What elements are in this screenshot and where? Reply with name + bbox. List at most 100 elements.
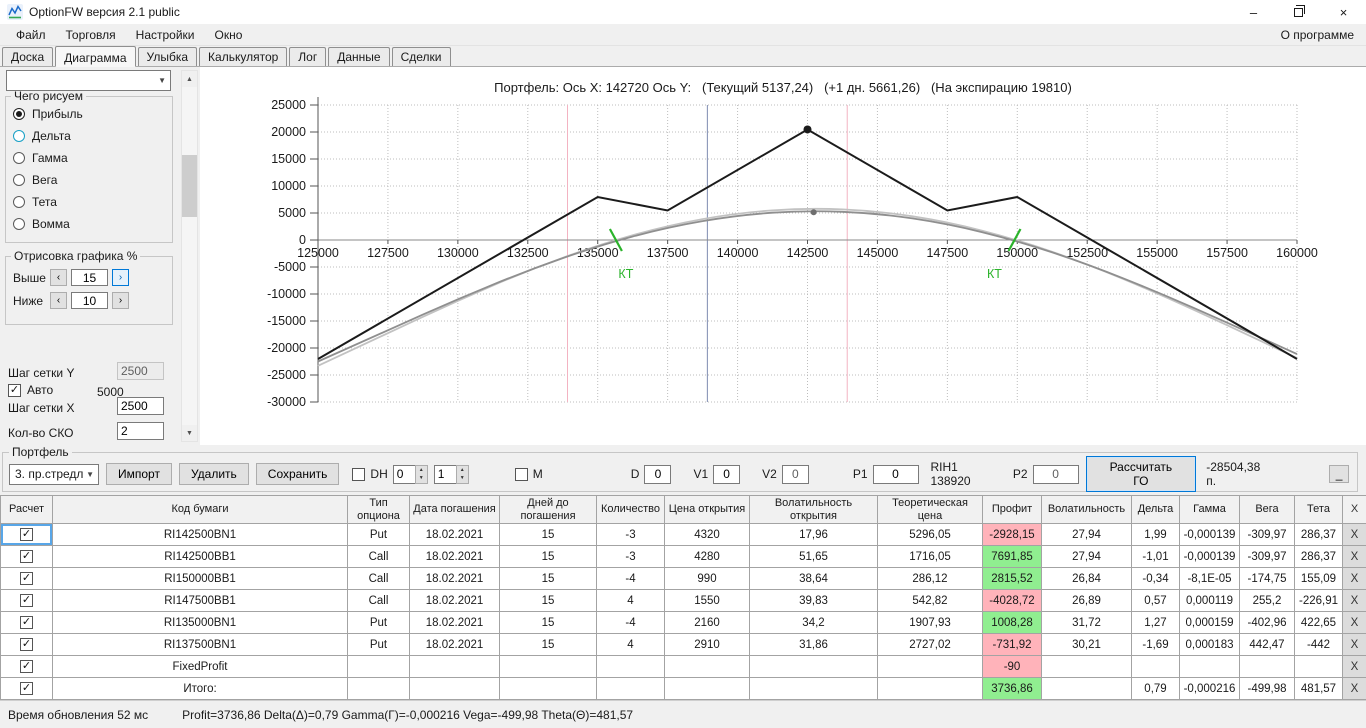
dh-spinner-2[interactable]: ▲ ▼	[433, 464, 469, 484]
row-checkbox[interactable]: ✓	[20, 528, 33, 542]
cell-type: Put	[347, 523, 410, 547]
statusbar: Время обновления 52 мс Profit=3736,86 De…	[0, 700, 1366, 728]
column-header-delete[interactable]: X	[1342, 494, 1366, 525]
close-button[interactable]: ×	[1321, 0, 1366, 24]
remove-row-button[interactable]: X	[1342, 633, 1366, 657]
remove-row-button[interactable]: X	[1342, 545, 1366, 569]
cell-delta: 1,27	[1131, 611, 1180, 635]
remove-row-button[interactable]: X	[1342, 655, 1366, 679]
panel-scrollbar[interactable]: ▲ ▼	[181, 70, 198, 442]
d-label: D	[630, 467, 640, 481]
grid-x-input[interactable]	[117, 397, 164, 415]
positions-table: Расчет Код бумаги Тип опциона Дата погашени…	[0, 494, 1366, 701]
below-increase-button[interactable]: ›	[112, 292, 129, 309]
spinner-arrows[interactable]: ▲ ▼	[455, 464, 469, 484]
tab-board[interactable]: Доска	[2, 47, 54, 66]
remove-row-button[interactable]: X	[1342, 567, 1366, 591]
d-input[interactable]	[644, 464, 672, 484]
m-checkbox[interactable]: М	[514, 467, 543, 481]
spin-down-icon[interactable]: ▼	[456, 474, 468, 483]
scroll-track[interactable]	[182, 87, 197, 425]
radio-delta[interactable]: Дельта	[6, 125, 172, 147]
dh-value-2-input[interactable]	[433, 464, 456, 484]
row-checkbox[interactable]: ✓	[20, 660, 33, 674]
row-checkbox[interactable]: ✓	[20, 616, 33, 630]
cell-code: RI142500BN1	[52, 523, 348, 547]
save-button[interactable]: Сохранить	[255, 463, 340, 485]
below-percent-input[interactable]	[71, 292, 108, 309]
cell-vol	[1041, 655, 1132, 679]
app-window: OptionFW версия 2.1 public – × Файл Торго…	[0, 0, 1366, 728]
row-checkbox[interactable]: ✓	[20, 594, 33, 608]
row-checkbox[interactable]: ✓	[20, 550, 33, 564]
cell-vega: -309,97	[1239, 523, 1295, 547]
menu-settings[interactable]: Настройки	[126, 25, 205, 45]
delete-portfolio-button[interactable]: Удалить	[178, 463, 249, 485]
calculate-go-button[interactable]: Рассчитать ГО	[1085, 456, 1197, 492]
above-decrease-button[interactable]: ‹	[50, 269, 67, 286]
cell-open-price: 1550	[664, 589, 750, 613]
dh-spinner-1[interactable]: ▲ ▼	[392, 464, 428, 484]
spinner-arrows[interactable]: ▲ ▼	[414, 464, 428, 484]
radio-vomma[interactable]: Вомма	[6, 213, 172, 235]
auto-checkbox[interactable]: ✓ Авто	[8, 383, 53, 397]
scroll-thumb[interactable]	[182, 155, 197, 217]
restore-button[interactable]	[1276, 0, 1321, 24]
above-percent-input[interactable]	[71, 269, 108, 286]
menu-window[interactable]: Окно	[205, 25, 253, 45]
row-checkbox[interactable]: ✓	[20, 682, 33, 696]
cell-date: 18.02.2021	[409, 545, 500, 569]
import-button[interactable]: Импорт	[106, 463, 172, 485]
scroll-down-button[interactable]: ▼	[182, 425, 197, 441]
minimize-button[interactable]: –	[1231, 0, 1276, 24]
svg-text:-5000: -5000	[274, 260, 306, 274]
menu-trading[interactable]: Торговля	[56, 25, 126, 45]
scroll-up-button[interactable]: ▲	[182, 71, 197, 87]
menu-about[interactable]: О программе	[1281, 28, 1366, 42]
remove-row-button[interactable]: X	[1342, 589, 1366, 613]
tab-trades[interactable]: Сделки	[391, 47, 451, 66]
panel-combobox[interactable]: ▼	[6, 70, 171, 91]
tab-data[interactable]: Данные	[328, 47, 390, 66]
current-value-marker	[810, 209, 817, 216]
remove-row-button[interactable]: X	[1342, 523, 1366, 547]
menu-file[interactable]: Файл	[6, 25, 56, 45]
cell-profit: -4028,72	[982, 589, 1042, 613]
radio-icon	[13, 108, 25, 120]
svg-text:152500: 152500	[1066, 246, 1108, 260]
row-checkbox[interactable]: ✓	[20, 638, 33, 652]
radio-vega[interactable]: Вега	[6, 169, 172, 191]
portfolio-preset-combobox[interactable]: 3. пр.стредл ▼	[9, 463, 99, 485]
main-area: ▼ ▲ ▼ Чего рисуем Прибыль Дельта Гамма Вега…	[0, 67, 1366, 445]
v1-label: V1	[693, 467, 709, 481]
v1-input[interactable]	[713, 464, 741, 484]
tab-smile[interactable]: Улыбка	[137, 47, 198, 66]
radio-theta[interactable]: Тета	[6, 191, 172, 213]
spin-down-icon[interactable]: ▼	[415, 474, 427, 483]
remove-row-button[interactable]: X	[1342, 677, 1366, 701]
dh-value-1-input[interactable]	[392, 464, 415, 484]
column-header-volatility: Волатильность	[1041, 494, 1132, 525]
spin-up-icon[interactable]: ▲	[456, 465, 468, 474]
tab-calculator[interactable]: Калькулятор	[199, 47, 288, 66]
below-decrease-button[interactable]: ‹	[50, 292, 67, 309]
render-group-title: Отрисовка графика %	[14, 249, 138, 263]
svg-text:140000: 140000	[717, 246, 759, 260]
cell-vega: -499,98	[1239, 677, 1295, 701]
spin-up-icon[interactable]: ▲	[415, 465, 427, 474]
tab-log[interactable]: Лог	[289, 47, 327, 66]
dh-checkbox[interactable]: DH	[352, 467, 388, 481]
tab-diagram[interactable]: Диаграмма	[55, 46, 136, 67]
portfolio-toolbar: Портфель 3. пр.стредл ▼ Импорт Удалить С…	[2, 445, 1358, 492]
row-checkbox[interactable]: ✓	[20, 572, 33, 586]
collapse-button[interactable]: _	[1329, 465, 1349, 483]
radio-gamma[interactable]: Гамма	[6, 147, 172, 169]
remove-row-button[interactable]: X	[1342, 611, 1366, 635]
cell-delta	[1131, 655, 1180, 679]
radio-profit[interactable]: Прибыль	[6, 103, 172, 125]
cell-days	[499, 677, 597, 701]
p1-input[interactable]	[872, 464, 919, 484]
above-increase-button[interactable]: ›	[112, 269, 129, 286]
radio-label: Вега	[32, 173, 58, 187]
sko-input[interactable]	[117, 422, 164, 440]
